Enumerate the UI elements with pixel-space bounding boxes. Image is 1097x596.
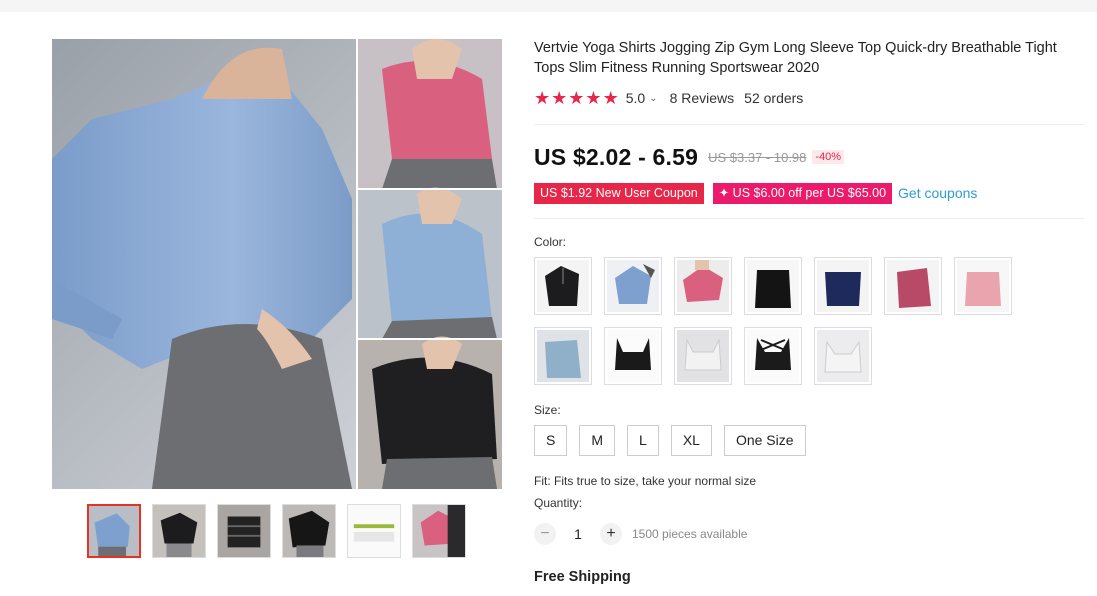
color-swatch-light-pink-crew[interactable] — [954, 257, 1012, 315]
star-icon: ★ — [551, 88, 568, 108]
color-swatch-pink-zip[interactable] — [674, 257, 732, 315]
top-strip — [0, 0, 1097, 12]
thumbnail-strip — [87, 504, 466, 558]
thumbnail-2[interactable] — [152, 504, 206, 558]
store-coupon[interactable]: ✦ US $6.00 off per US $65.00 — [712, 182, 893, 204]
color-swatch-black-zip[interactable] — [534, 257, 592, 315]
color-swatches — [534, 257, 1024, 385]
rating-row: ★ ★ ★ ★ ★ 5.0 ⌄ 8 Reviews 52 orders — [534, 89, 1084, 107]
plus-icon[interactable]: + — [600, 523, 622, 545]
thumbnail-1[interactable] — [87, 504, 141, 558]
quantity-label: Quantity: — [534, 496, 583, 510]
rating-stars: ★ ★ ★ ★ ★ — [534, 89, 619, 107]
minus-icon[interactable]: − — [534, 523, 556, 545]
color-swatch-light-blue-crew[interactable] — [534, 327, 592, 385]
price-row: US $2.02 - 6.59 US $3.37 - 10.98 -40% — [534, 143, 1084, 171]
color-label: Color: — [534, 235, 567, 249]
size-option-m[interactable]: M — [579, 425, 616, 456]
original-price: US $3.37 - 10.98 — [708, 149, 807, 165]
size-label: Size: — [534, 403, 561, 417]
main-product-image — [52, 39, 502, 489]
product-title: Vertvie Yoga Shirts Jogging Zip Gym Long… — [534, 40, 1057, 76]
quantity-stepper: − 1 + 1500 pieces available — [534, 523, 1084, 545]
color-swatch-navy-crew[interactable] — [814, 257, 872, 315]
color-swatch-black-strappy-bra[interactable] — [744, 327, 802, 385]
product-info: Vertvie Yoga Shirts Jogging Zip Gym Long… — [534, 38, 1084, 585]
size-option-s[interactable]: S — [534, 425, 568, 456]
coupon-row: US $1.92 New User Coupon ✦ US $6.00 off … — [534, 182, 1084, 204]
chevron-down-icon[interactable]: ⌄ — [649, 93, 657, 104]
get-coupons-link[interactable]: Get coupons — [898, 185, 977, 201]
orders-count: 52 orders — [744, 90, 804, 106]
size-option-one-size[interactable]: One Size — [723, 425, 806, 456]
star-icon: ★ — [534, 88, 551, 108]
color-swatch-black-crew[interactable] — [744, 257, 802, 315]
star-icon: ★ — [602, 88, 619, 108]
new-user-coupon[interactable]: US $1.92 New User Coupon — [534, 182, 704, 204]
thumbnail-6[interactable] — [412, 504, 466, 558]
discount-badge: -40% — [812, 150, 845, 164]
size-option-l[interactable]: L — [627, 425, 659, 456]
rating-value[interactable]: 5.0 — [626, 90, 645, 106]
star-icon: ★ — [568, 88, 585, 108]
color-swatch-black-bra[interactable] — [604, 327, 662, 385]
divider — [534, 124, 1084, 125]
fit-note: Fit: Fits true to size, take your normal… — [534, 474, 757, 488]
thumbnail-3[interactable] — [217, 504, 271, 558]
thumbnail-5[interactable] — [347, 504, 401, 558]
color-swatch-blue-zip[interactable] — [604, 257, 662, 315]
reviews-link[interactable]: 8 Reviews — [670, 90, 735, 106]
size-option-xl[interactable]: XL — [670, 425, 712, 456]
divider — [534, 218, 1084, 219]
current-price: US $2.02 - 6.59 — [534, 143, 699, 170]
color-swatch-berry-crew[interactable] — [884, 257, 942, 315]
quantity-input[interactable]: 1 — [556, 526, 600, 542]
stock-available: 1500 pieces available — [632, 527, 748, 541]
color-swatch-white-strappy-bra[interactable] — [814, 327, 872, 385]
star-icon: ★ — [585, 88, 602, 108]
color-swatch-white-bra[interactable] — [674, 327, 732, 385]
thumbnail-4[interactable] — [282, 504, 336, 558]
size-options: S M L XL One Size — [534, 425, 1084, 456]
shipping-info: Free Shipping — [534, 569, 631, 585]
